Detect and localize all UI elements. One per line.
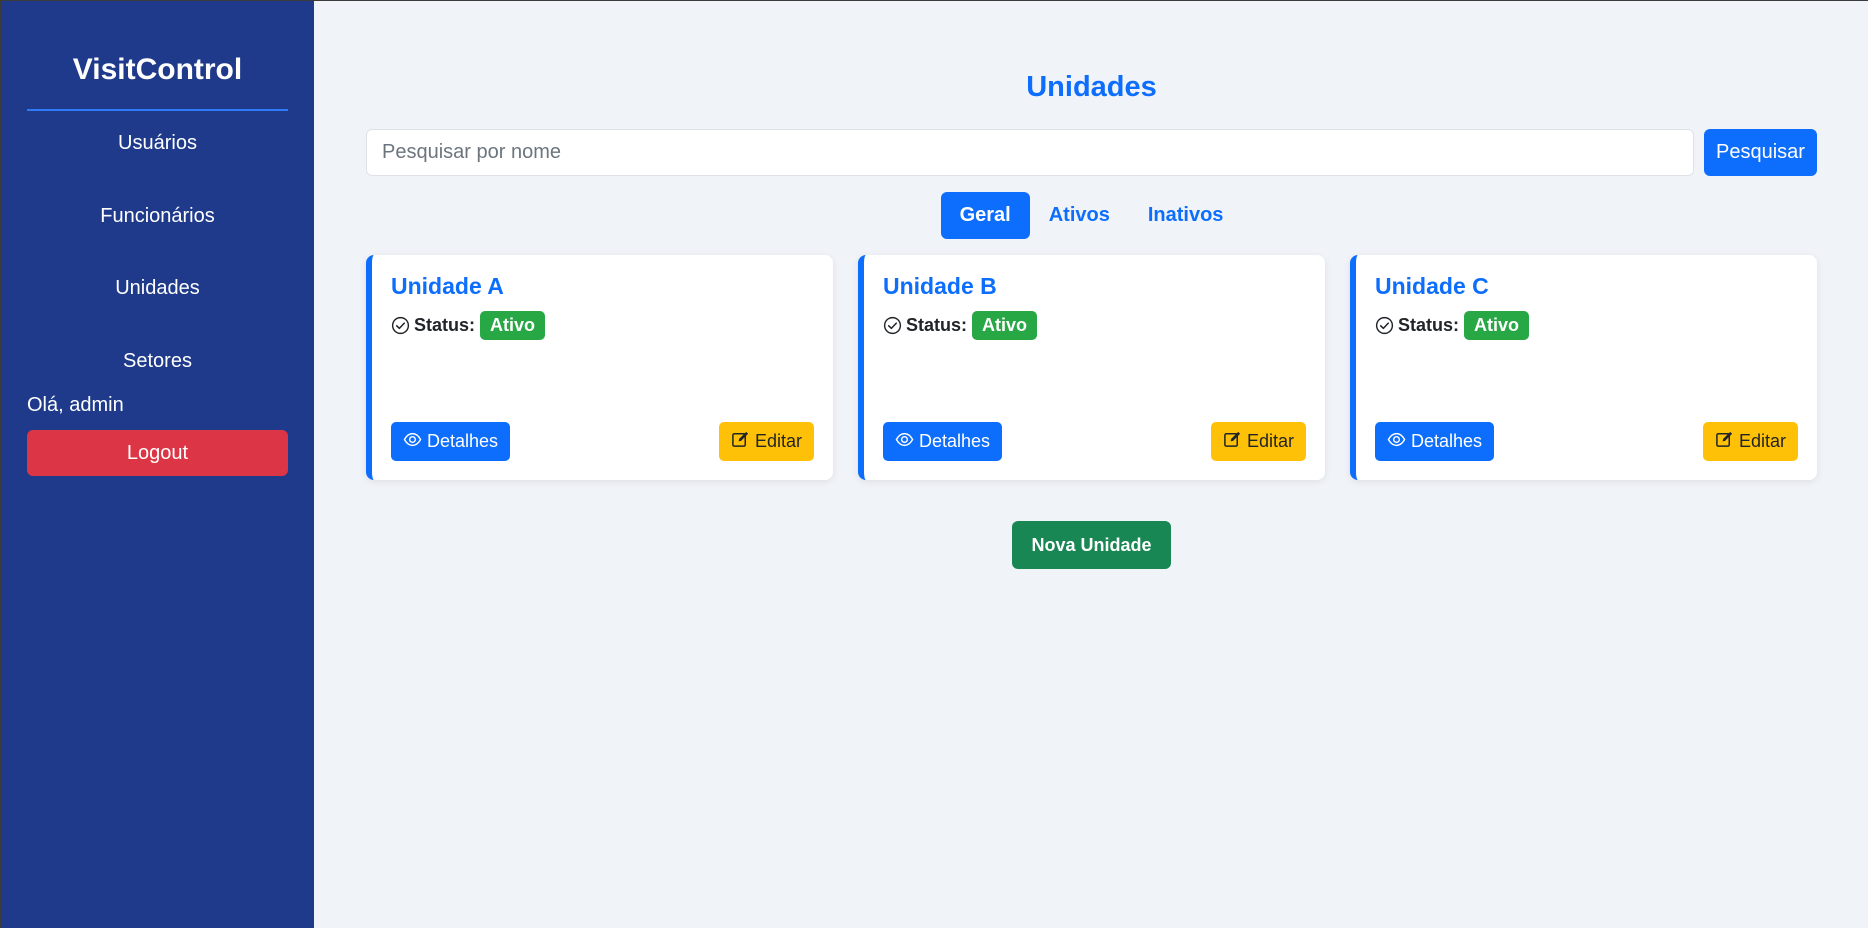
- unit-card-actions: Detalhes Editar: [391, 422, 814, 461]
- tab-geral[interactable]: Geral: [940, 192, 1030, 239]
- main-content: Unidades Pesquisar Geral Ativos Inativos…: [314, 1, 1868, 928]
- check-circle-icon: [883, 316, 902, 335]
- unit-status: Status: Ativo: [883, 311, 1306, 340]
- sidebar-item-unidades[interactable]: Unidades: [27, 256, 288, 329]
- edit-button-label: Editar: [754, 431, 802, 451]
- edit-button[interactable]: Editar: [718, 422, 814, 461]
- eye-icon: [895, 430, 914, 454]
- edit-button-label: Editar: [1738, 431, 1786, 451]
- sidebar-nav: Usuários Funcionários Unidades Setores: [27, 111, 288, 401]
- check-circle-icon: [391, 316, 410, 335]
- brand-logo: VisitControl: [27, 1, 288, 111]
- sidebar-item-funcionarios[interactable]: Funcionários: [27, 184, 288, 257]
- status-badge: Ativo: [1464, 311, 1530, 340]
- edit-icon: [1715, 430, 1734, 454]
- edit-button[interactable]: Editar: [1702, 422, 1798, 461]
- sidebar-item-usuarios[interactable]: Usuários: [27, 111, 288, 184]
- details-button-label: Detalhes: [919, 431, 991, 451]
- edit-button-label: Editar: [1246, 431, 1294, 451]
- unit-card-title: Unidade C: [1375, 273, 1489, 299]
- new-unit-button[interactable]: Nova Unidade: [1012, 521, 1171, 569]
- status-label: Status:: [906, 315, 968, 335]
- eye-icon: [403, 430, 422, 454]
- status-label: Status:: [414, 315, 476, 335]
- edit-icon: [731, 430, 750, 454]
- details-button[interactable]: Detalhes: [391, 422, 511, 461]
- search-button[interactable]: Pesquisar: [1704, 129, 1817, 176]
- details-button[interactable]: Detalhes: [1375, 422, 1495, 461]
- unit-card: Unidade B Status: Ativo Detalhes Editar: [858, 255, 1325, 480]
- unit-card: Unidade C Status: Ativo Detalhes Editar: [1350, 255, 1817, 480]
- status-label: Status:: [1398, 315, 1460, 335]
- details-button-label: Detalhes: [1411, 431, 1483, 451]
- user-greeting: Olá, admin: [27, 394, 124, 416]
- unit-card-title: Unidade A: [391, 273, 504, 299]
- eye-icon: [1387, 430, 1406, 454]
- unit-status: Status: Ativo: [1375, 311, 1798, 340]
- unit-card-actions: Detalhes Editar: [1375, 422, 1798, 461]
- tab-ativos[interactable]: Ativos: [1030, 192, 1129, 239]
- unit-card-title: Unidade B: [883, 273, 997, 299]
- unit-card-list: Unidade A Status: Ativo Detalhes Editar …: [366, 255, 1817, 480]
- edit-icon: [1223, 430, 1242, 454]
- details-button-label: Detalhes: [427, 431, 499, 451]
- page-title: Unidades: [1026, 71, 1157, 103]
- search-input[interactable]: [366, 129, 1694, 176]
- tab-inativos[interactable]: Inativos: [1129, 192, 1243, 239]
- unit-card-actions: Detalhes Editar: [883, 422, 1306, 461]
- status-badge: Ativo: [972, 311, 1038, 340]
- sidebar-item-setores[interactable]: Setores: [27, 329, 288, 402]
- filter-tabs: Geral Ativos Inativos: [366, 192, 1817, 239]
- unit-card: Unidade A Status: Ativo Detalhes Editar: [366, 255, 833, 480]
- sidebar: VisitControl Usuários Funcionários Unida…: [0, 1, 314, 928]
- new-unit-row: Nova Unidade: [366, 521, 1817, 569]
- edit-button[interactable]: Editar: [1210, 422, 1306, 461]
- check-circle-icon: [1375, 316, 1394, 335]
- unit-status: Status: Ativo: [391, 311, 814, 340]
- logout-button[interactable]: Logout: [27, 430, 288, 476]
- app: VisitControl Usuários Funcionários Unida…: [0, 0, 1868, 928]
- status-badge: Ativo: [480, 311, 546, 340]
- details-button[interactable]: Detalhes: [883, 422, 1003, 461]
- search-bar: Pesquisar: [366, 129, 1817, 176]
